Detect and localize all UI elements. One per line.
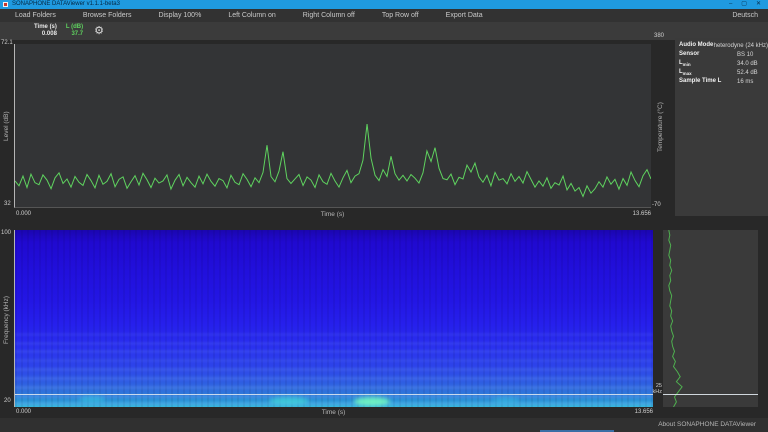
menu-display-zoom[interactable]: Display 100% <box>159 12 202 19</box>
cursor-frequency-label: 25 kHz <box>651 383 662 395</box>
spectrogram-band <box>15 386 653 389</box>
info-label: Sensor <box>679 51 737 58</box>
spectrogram-x-axis: 0.000 Time (s) 13.656 <box>14 408 653 418</box>
info-row-lmin: Lmin 34.0 dB <box>679 59 768 68</box>
level-tick-min: 32 <box>4 201 11 207</box>
spectrogram-band <box>15 342 653 345</box>
info-row-lmax: Lmax 52.4 dB <box>679 68 768 77</box>
info-value: heterodyne (24 kHz) <box>714 43 768 49</box>
spectrogram-band <box>15 402 653 405</box>
level-axis-label: Level (dB) <box>3 111 10 141</box>
spec-x-axis-title: Time (s) <box>14 409 653 416</box>
titlebar: SONAPHONE DATAViewer v1.1.1-beta3 – ▢ ✕ <box>0 0 768 9</box>
cursor-frequency-unit: kHz <box>651 389 662 395</box>
info-row-sample-time: Sample Time L 16 ms <box>679 77 768 86</box>
spectrum-slice-panel[interactable] <box>663 230 758 407</box>
maximize-icon[interactable]: ▢ <box>741 0 747 9</box>
menu-load-folders[interactable]: Load Folders <box>15 12 56 19</box>
menubar: Load Folders Browse Folders Display 100%… <box>0 9 768 22</box>
level-readout: L (dB) 37.7 <box>66 24 83 38</box>
app-logo-icon <box>3 2 8 7</box>
spectrum-slice-trace <box>663 230 758 407</box>
menu-language[interactable]: Deutsch <box>732 12 758 19</box>
statusbar: About SONAPHONE DATAViewer <box>0 418 768 432</box>
info-value: BS 10 <box>737 52 753 58</box>
info-label: Lmax <box>679 69 737 76</box>
menu-top-row[interactable]: Top Row off <box>382 12 419 19</box>
frequency-cursor-line[interactable] <box>663 394 758 395</box>
menu-right-column[interactable]: Right Column off <box>303 12 355 19</box>
info-value: 16 ms <box>737 79 753 85</box>
info-label: Sample Time L <box>679 78 737 85</box>
temperature-axis-label: Temperature (°C) <box>657 102 664 152</box>
spectrogram-band <box>15 377 653 380</box>
spectrogram-band <box>15 359 653 362</box>
spectrogram-band <box>15 333 653 336</box>
spectrogram-band <box>15 350 653 353</box>
cursor-readout-bar: Time (s) 0.008 L (dB) 37.7 ⚙ <box>0 22 768 40</box>
app-window: SONAPHONE DATAViewer v1.1.1-beta3 – ▢ ✕ … <box>0 0 768 432</box>
level-readout-value: 37.7 <box>71 31 83 38</box>
info-row-audio-mode: Audio Mode heterodyne (24 kHz) <box>679 41 768 50</box>
temp-tick-max: 380 <box>654 33 664 39</box>
temp-tick-min: -70 <box>652 202 661 208</box>
spectrogram-chart[interactable] <box>14 230 653 407</box>
about-link[interactable]: About SONAPHONE DATAViewer <box>658 421 756 428</box>
measurement-info-panel: Audio Mode heterodyne (24 kHz) Sensor BS… <box>675 38 768 216</box>
freq-tick-min: 20 <box>4 398 11 404</box>
settings-gear-icon[interactable]: ⚙ <box>94 26 104 37</box>
info-value: 34.0 dB <box>737 61 758 67</box>
level-chart-x-axis: 0.000 Time (s) 13.656 <box>14 210 651 220</box>
time-readout: Time (s) 0.008 <box>34 24 57 38</box>
spectrogram-band <box>15 395 653 398</box>
level-time-chart[interactable] <box>14 44 651 208</box>
spec-x-tick-end: 13.656 <box>635 409 653 415</box>
menu-left-column[interactable]: Left Column on <box>228 12 275 19</box>
time-readout-label: Time (s) <box>34 24 57 31</box>
menu-export-data[interactable]: Export Data <box>446 12 483 19</box>
spectrogram-band <box>15 368 653 371</box>
time-readout-value: 0.008 <box>42 31 57 38</box>
level-tick-max: 72.1 <box>1 40 13 46</box>
info-label: Audio Mode <box>679 42 714 49</box>
menu-browse-folders[interactable]: Browse Folders <box>83 12 132 19</box>
main-area: Level (dB) 72.1 32 380 -70 Temperature (… <box>0 40 768 418</box>
window-controls: – ▢ ✕ <box>729 0 768 9</box>
level-x-tick-end: 13.656 <box>633 211 651 217</box>
freq-tick-max: 100 <box>1 230 11 236</box>
level-readout-label: L (dB) <box>66 24 83 31</box>
level-trace <box>15 44 651 207</box>
window-title: SONAPHONE DATAViewer v1.1.1-beta3 <box>12 0 120 9</box>
info-row-sensor: Sensor BS 10 <box>679 50 768 59</box>
frequency-axis-label: Frequency (kHz) <box>3 296 10 344</box>
close-icon[interactable]: ✕ <box>756 0 761 9</box>
level-x-axis-title: Time (s) <box>14 211 651 218</box>
info-value: 52.4 dB <box>737 70 758 76</box>
spectrogram-texture <box>15 230 653 407</box>
spectrogram-hotspot <box>269 397 309 405</box>
info-label: Lmin <box>679 60 737 67</box>
minimize-icon[interactable]: – <box>729 0 732 9</box>
